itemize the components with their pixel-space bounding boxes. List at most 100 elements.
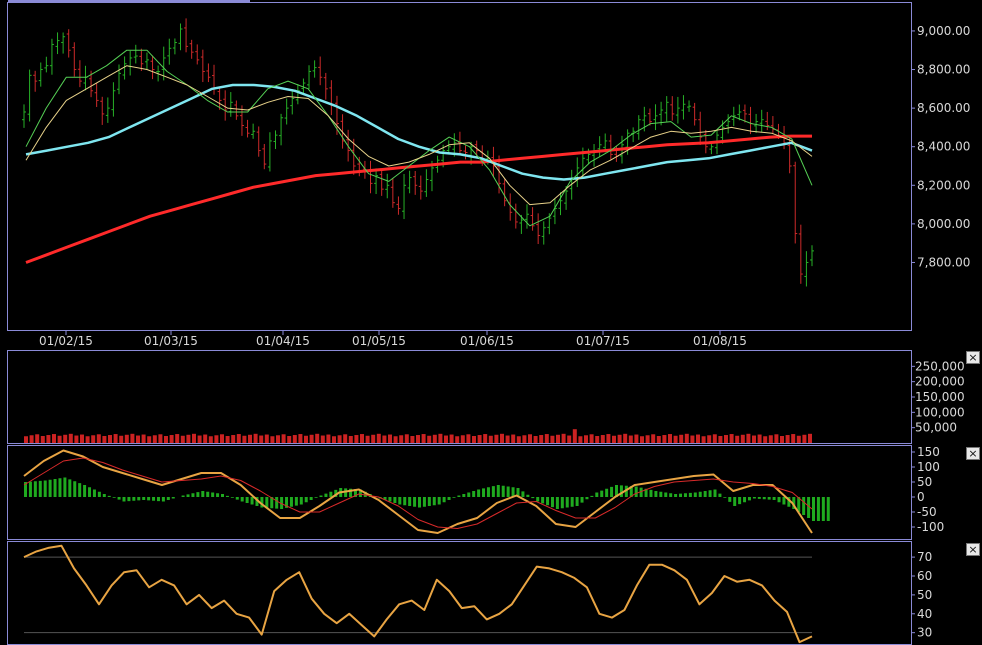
macd-histogram-bar [432,497,436,506]
volume-bar [690,435,695,443]
price-axis-tick-label: 7,800.00 [917,255,970,269]
volume-bar [309,434,314,443]
date-axis-tick-label: 01/08/15 [693,334,747,348]
volume-bar [292,435,297,443]
macd-histogram-bar [88,487,92,497]
macd-histogram-bar [329,491,333,497]
volume-axis-tick-label: 100,000 [915,405,965,419]
macd-histogram-bar [467,492,471,497]
macd-histogram-bar [92,489,96,497]
macd-histogram-bar [683,493,687,497]
macd-axis-tick-label: 0 [917,490,925,504]
macd-histogram-bar [802,497,806,515]
volume-bar [449,434,454,443]
macd-histogram-bar [314,497,318,498]
macd-histogram-bar [595,492,599,497]
volume-bar [724,435,728,443]
volume-bar [477,435,482,443]
macd-histogram-bar [550,497,554,508]
volume-bar [550,435,555,443]
volume-bar [483,434,488,443]
volume-bar [152,435,157,443]
volume-bar [57,435,62,443]
volume-bar [757,434,762,443]
macd-histogram-bar [531,497,535,499]
volume-bar [124,434,129,443]
volume-bar [421,434,426,443]
volume-bar [130,433,135,443]
volume-bar [533,436,538,443]
volume-bar [785,435,790,443]
volume-bar [399,435,404,443]
volume-bar [718,436,723,443]
volume-bar [516,436,521,443]
price-axis-tick-label: 8,400.00 [917,140,970,154]
macd-histogram-bar [713,489,717,497]
macd-histogram-bar [324,493,328,497]
volume-bar [640,436,644,443]
macd-histogram-bar [73,481,77,497]
volume-bar [455,436,460,443]
macd-axis-tick-label: -100 [917,520,944,534]
volume-bar [388,434,392,443]
macd-histogram-bar [250,497,254,505]
macd-histogram-bar [147,497,151,501]
volume-bar [522,435,527,443]
volume-bar [164,436,168,443]
macd-histogram-bar [669,493,673,497]
volume-bar [220,434,224,443]
macd-histogram-bar [580,497,584,503]
rsi-axis-tick-label: 30 [917,626,932,640]
volume-bar [623,433,628,443]
volume-bar [208,436,213,443]
volume-bar [410,436,415,443]
volume-bar [802,434,807,443]
volume-bar [180,435,185,443]
macd-histogram-bar [152,497,156,501]
volume-bar [628,435,633,443]
volume-bar [393,436,398,443]
volume-bar [203,434,208,443]
macd-histogram-bar [491,486,495,497]
macd-histogram-bar [718,493,722,497]
volume-bar [791,434,796,443]
macd-histogram-bar [413,497,417,507]
macd-histogram-bar [560,497,564,509]
macd-histogram-bar [201,491,205,497]
macd-histogram-bar [619,485,623,497]
macd-histogram-bar [634,486,638,497]
volume-bar [528,434,532,443]
macd-histogram-bar [304,497,308,503]
macd-histogram-bar [590,495,594,497]
volume-bar [556,434,560,443]
macd-histogram-bar [743,497,747,503]
macd-axis-tick-label: 50 [917,475,932,489]
macd-histogram-bar [585,497,589,500]
macd-histogram-bar [733,497,737,506]
volume-bar [236,434,241,443]
macd-histogram-bar [127,497,131,502]
volume-bar [113,434,118,443]
volume-bar [696,434,700,443]
volume-bar [337,435,342,443]
volume-bar [382,435,387,443]
macd-histogram-bar [570,497,574,507]
macd-histogram-bar [319,495,323,497]
volume-axis-tick-label: 200,000 [915,375,965,389]
volume-bar [763,436,768,443]
volume-bar [752,435,756,443]
macd-histogram-bar [649,489,653,497]
macd-histogram-bar [58,478,62,497]
volume-bar [701,436,706,443]
volume-bar [360,434,364,443]
macd-histogram-bar [156,497,160,502]
macd-histogram-bar [541,497,545,504]
macd-histogram-bar [723,497,727,498]
macd-histogram-bar [53,479,57,497]
macd-histogram-bar [698,491,702,497]
macd-histogram-bar [275,497,279,509]
macd-histogram-bar [398,497,402,505]
volume-bar [80,434,84,443]
volume-bar [169,435,174,443]
macd-histogram-bar [137,497,141,501]
